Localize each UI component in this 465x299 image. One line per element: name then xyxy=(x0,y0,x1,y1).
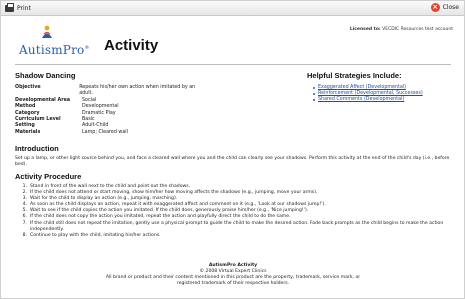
close-button[interactable]: × Close xyxy=(430,3,459,12)
footer: AutismPro Activity © 2008 Virtual Expert… xyxy=(15,263,451,287)
autismpro-logo: AutismPro® xyxy=(19,23,89,57)
strategies-title: Helpful Strategies Include: xyxy=(307,71,402,80)
logo-tm: ® xyxy=(84,45,90,51)
list-item: 7. If the child still does not repeat the… xyxy=(15,221,451,233)
bullet-icon xyxy=(313,87,315,89)
activity-window: Print × Close AutismPro® Activity Licens… xyxy=(0,0,465,299)
strategy-link[interactable]: Shared Comments (Developmental) xyxy=(318,97,404,103)
toolbar: Print × Close xyxy=(1,1,464,16)
bullet-icon xyxy=(313,99,315,101)
activity-name: Shadow Dancing xyxy=(15,71,76,80)
detail-key: Objective xyxy=(15,85,41,90)
step-number: 8. xyxy=(22,232,27,238)
licensed-value: VECDIC Resources test account xyxy=(382,27,453,32)
print-label: Print xyxy=(17,4,31,12)
list-item: Shared Comments (Developmental) xyxy=(313,97,423,103)
logo-figure-icon xyxy=(42,25,52,38)
procedure-title: Activity Procedure xyxy=(15,172,82,181)
page-title: Activity xyxy=(104,37,159,54)
licensed-info: Licensed to: VECDIC Resources test accou… xyxy=(350,27,453,32)
activity-details: Objective Repeats his/her own action when… xyxy=(15,85,205,136)
detail-key: Materials xyxy=(15,129,41,135)
header: AutismPro® Activity Licensed to: VECDIC … xyxy=(15,19,455,61)
printer-icon xyxy=(5,2,14,12)
detail-row: Objective Repeats his/her own action when… xyxy=(15,85,205,98)
step-text: If the child still does not repeat the i… xyxy=(30,220,444,232)
step-number: 7. xyxy=(22,220,27,226)
detail-row: Materials Lamp; Cleared wall xyxy=(15,130,205,136)
step-text: Continue to play with the child, imitati… xyxy=(30,232,161,238)
footer-legal-2: registered trademark of their respective… xyxy=(176,281,290,286)
list-item: 8. Continue to play with the child, imita… xyxy=(15,233,451,239)
procedure-steps: 1. Stand in front of the wall next to the… xyxy=(15,184,451,239)
header-divider xyxy=(15,64,451,65)
strategies-list: Exaggerated Affect (Developmental) Reinf… xyxy=(313,85,423,103)
logo-text: AutismPro xyxy=(19,43,85,57)
detail-value: Lamp; Cleared wall xyxy=(82,129,128,135)
introduction-title: Introduction xyxy=(15,144,59,153)
close-label: Close xyxy=(442,4,459,11)
introduction-text: Set up a lamp, or other light source beh… xyxy=(15,156,450,168)
bullet-icon xyxy=(313,93,315,95)
print-button[interactable]: Print xyxy=(5,2,31,13)
close-icon: × xyxy=(430,3,440,12)
licensed-label: Licensed to: xyxy=(349,27,381,32)
detail-value: Repeats his/her own action when imitated… xyxy=(79,85,196,97)
